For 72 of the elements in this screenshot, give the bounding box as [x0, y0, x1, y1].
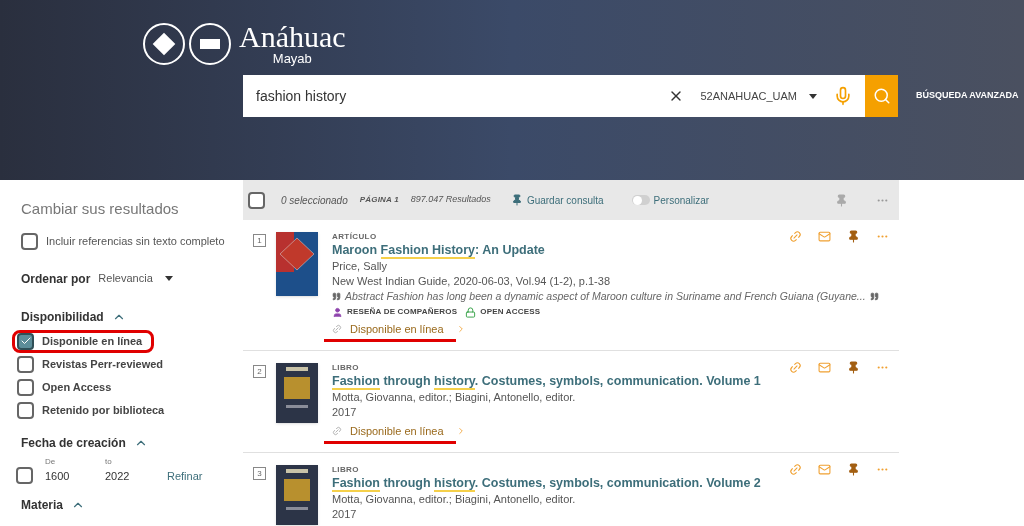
book-cover-drawing [276, 363, 318, 423]
toggle-switch[interactable] [631, 195, 650, 205]
person-icon [332, 306, 343, 318]
filter-option[interactable]: Disponible en línea [42, 332, 143, 350]
resource-type: LIBRO [332, 363, 359, 373]
scope-dropdown[interactable]: 52ANAHUAC_UAM [700, 87, 817, 105]
result-detail: New West Indian Guide, 2020-06-03, Vol.94 (1-2), p.1-38 [332, 274, 610, 289]
result-detail: 2017 [332, 507, 357, 522]
checkbox[interactable] [16, 467, 33, 484]
result-number: 1 [253, 234, 266, 247]
checkbox[interactable] [17, 355, 34, 373]
search-input[interactable]: fashion history [256, 85, 669, 107]
result-detail: Motta, Giovanna, editor.; Biagini, Antonello, editor. [332, 390, 576, 405]
year-from-field[interactable]: 1600 [45, 467, 93, 484]
dropdown-caret-icon [164, 276, 173, 281]
pin-icon [510, 194, 523, 206]
checkbox[interactable] [21, 232, 38, 250]
results-count: 897.047 Resultados [410, 193, 491, 207]
field-label: De [45, 455, 57, 468]
refine-button[interactable]: Refinar [167, 467, 203, 484]
selected-count: 0 seleccionado [281, 193, 348, 208]
select-all-checkbox[interactable] [248, 191, 265, 209]
availability-link[interactable]: Disponible en línea [332, 322, 466, 339]
result-number: 2 [253, 365, 266, 378]
pin-icon[interactable] [847, 361, 860, 374]
result-detail: Motta, Giovanna, editor.; Biagini, Antonello, editor. [332, 492, 576, 507]
book-cover-drawing [276, 465, 318, 525]
section-heading[interactable]: Disponibilidad [21, 307, 104, 326]
option-label: Incluir referencias sin texto completo [46, 233, 225, 249]
field-label: to [105, 455, 113, 468]
checkbox[interactable] [17, 332, 34, 350]
badge-label: RESEÑA DE COMPAÑEROS [347, 306, 458, 318]
panel-title: Cambiar sus resultados [21, 199, 180, 219]
abstract-text: Abstract Fashion has long been a dynamic aspect of Maroon culture in Suriname and French Guiana (Guyane... [345, 289, 866, 304]
logo-subtitle: Mayab [272, 52, 312, 65]
checkbox[interactable] [17, 401, 34, 419]
result-title-link[interactable]: Maroon Fashion History: An Update [332, 242, 545, 259]
check-icon [19, 335, 32, 347]
sort-dropdown[interactable]: Relevancia [98, 270, 173, 287]
result-detail: 2017 [332, 405, 357, 420]
save-query-link[interactable]: Guardar consulta [510, 192, 604, 208]
filter-option[interactable]: Retenido por biblioteca [42, 401, 165, 419]
sort-label: Ordenar por [21, 270, 91, 288]
seal-logo-icon [189, 22, 231, 65]
journal-cover-drawing [276, 232, 318, 296]
resource-type: LIBRO [332, 465, 359, 475]
logo-wordmark: Anáhuac [239, 22, 346, 52]
search-bar[interactable]: fashion history 52ANAHUAC_UAM [243, 75, 865, 117]
page-label: PÁGINA 1 [359, 194, 399, 206]
section-heading[interactable]: Materia [21, 496, 64, 514]
open-lock-icon [465, 306, 477, 318]
year-to-field[interactable]: 2022 [105, 467, 155, 484]
result-title-link[interactable]: Fashion through history. Costumes, symbols, communication. Volume 1 [332, 373, 761, 390]
pin-icon[interactable] [847, 463, 860, 476]
result-title-link[interactable]: Fashion through history. Costumes, symbols, communication. Volume 2 [332, 475, 761, 492]
open-quote-icon [332, 292, 341, 301]
seal-logo-icon [143, 22, 185, 65]
badge-label: OPEN ACCESS [480, 306, 541, 318]
availability-link[interactable]: Disponible en línea [332, 424, 466, 441]
pin-icon[interactable] [847, 230, 860, 243]
personalize-label[interactable]: Personalizar [653, 192, 710, 208]
dropdown-caret-icon [809, 93, 817, 99]
close-quote-icon [869, 292, 879, 301]
section-heading[interactable]: Fecha de creación [21, 433, 126, 452]
resource-type: ARTÍCULO [332, 232, 377, 242]
result-detail: Price, Sally [332, 259, 388, 274]
result-number: 3 [253, 467, 266, 480]
filter-option[interactable]: Open Access [42, 378, 112, 396]
search-icon [872, 87, 891, 105]
advanced-search-link[interactable]: BÚSQUEDA AVANZADA [916, 89, 1019, 103]
checkbox[interactable] [17, 378, 34, 396]
filter-option[interactable]: Revistas Perr-reviewed [42, 355, 164, 373]
